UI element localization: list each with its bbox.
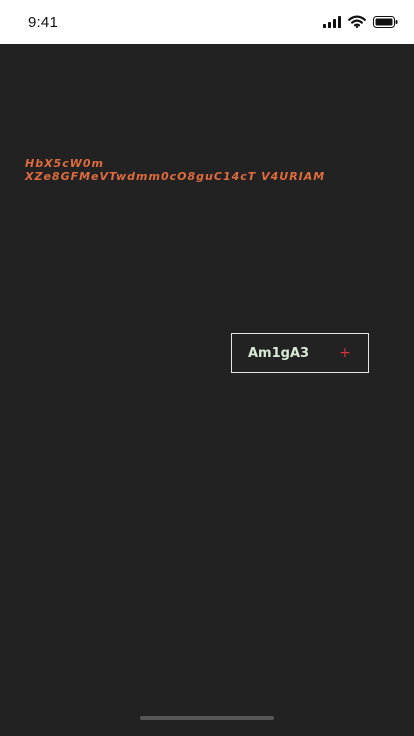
heading-line-1: HbX5cW0m: [25, 157, 104, 170]
status-bar: 9:41: [0, 0, 414, 44]
wifi-icon: [348, 13, 366, 32]
button-label: Am1gA3: [248, 345, 310, 361]
status-time: 9:41: [28, 14, 58, 31]
status-icons: [322, 13, 398, 31]
heading-line-2: XZe8GFMeVTwdmm0cO8guC14cT V4URIAM: [25, 170, 326, 183]
home-indicator: [140, 716, 274, 720]
battery-icon: [373, 13, 398, 32]
decorative-heading: HbX5cW0m XZe8GFMeVTwdmm0cO8guC14cT V4URI…: [25, 157, 385, 183]
main-content: HbX5cW0m XZe8GFMeVTwdmm0cO8guC14cT V4URI…: [0, 44, 414, 736]
plus-icon: +: [339, 345, 351, 361]
am1ga3-button[interactable]: Am1gA3 +: [231, 333, 369, 373]
signal-icon: [322, 13, 341, 32]
